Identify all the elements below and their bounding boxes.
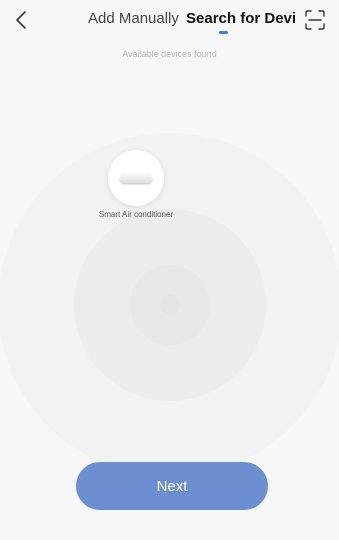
back-button[interactable] bbox=[10, 8, 32, 32]
active-tab-indicator bbox=[219, 31, 228, 34]
air-conditioner-icon bbox=[120, 174, 152, 183]
tab-add-manually[interactable]: Add Manually bbox=[88, 9, 179, 29]
next-button[interactable]: Next bbox=[76, 462, 268, 510]
tab-search-for-devices[interactable]: Search for Devi bbox=[186, 9, 300, 29]
search-status-text: Available devices found bbox=[122, 49, 217, 59]
device-name-label: Smart Air conditioner bbox=[98, 210, 174, 219]
scan-icon bbox=[305, 10, 325, 30]
device-search-screen: Add Manually Search for Devi Available d… bbox=[0, 0, 339, 540]
radar-center bbox=[160, 295, 180, 315]
device-icon-circle bbox=[108, 150, 164, 206]
chevron-left-icon bbox=[16, 11, 26, 29]
top-bar: Add Manually Search for Devi bbox=[0, 0, 339, 40]
device-item-smart-air-conditioner[interactable]: Smart Air conditioner bbox=[97, 150, 175, 220]
radar-animation bbox=[0, 133, 339, 477]
scan-button[interactable] bbox=[303, 8, 327, 32]
